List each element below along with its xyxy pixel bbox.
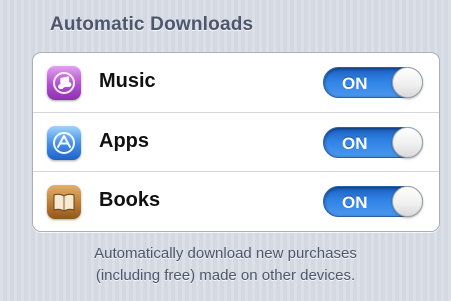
footer-note-line-2: (including free) made on other devices. (95, 267, 356, 284)
apps-toggle-state: ON (342, 134, 368, 153)
row-books: Books ON (33, 171, 439, 231)
section-header: Automatic Downloads (50, 14, 254, 35)
footer-note-line-1: Automatically download new purchases (94, 245, 357, 262)
footer-note: Automatically download new purchases (in… (20, 243, 431, 287)
music-toggle-knob[interactable] (392, 67, 423, 98)
book-icon (47, 185, 81, 219)
apps-toggle-knob[interactable] (392, 127, 423, 158)
row-label-music: Music (99, 70, 156, 92)
music-icon (47, 66, 81, 100)
music-toggle-state: ON (342, 74, 368, 93)
row-label-apps: Apps (99, 130, 149, 152)
row-label-books: Books (99, 189, 161, 211)
books-toggle-state: ON (342, 193, 368, 212)
apps-toggle[interactable]: ON (323, 127, 423, 158)
row-apps: Apps ON (33, 112, 439, 171)
row-music: Music ON (33, 53, 439, 112)
music-toggle[interactable]: ON (323, 67, 423, 98)
books-toggle-knob[interactable] (392, 186, 423, 217)
automatic-downloads-group: Music ON Apps ON Books ON (32, 52, 440, 232)
app-store-icon (47, 126, 81, 160)
books-toggle[interactable]: ON (323, 186, 423, 217)
